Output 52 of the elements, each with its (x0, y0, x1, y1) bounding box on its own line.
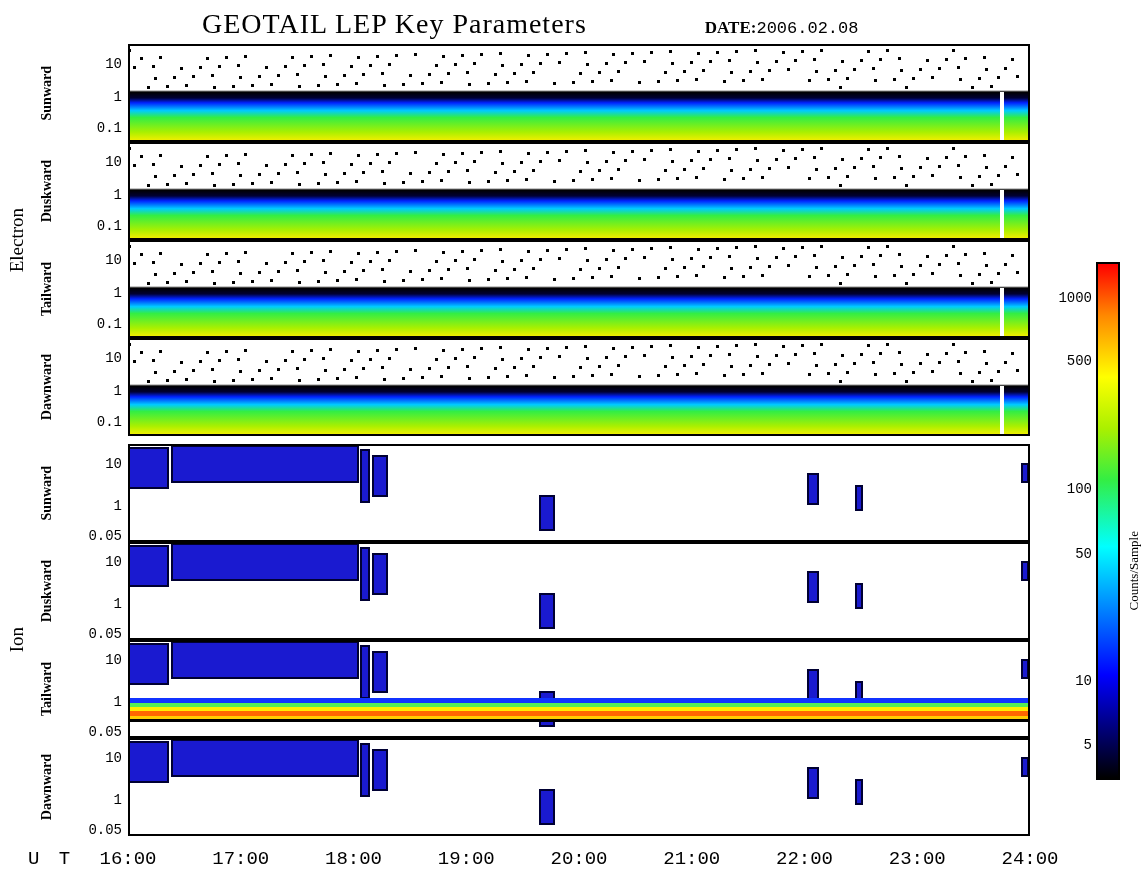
y-tick-label: 1 (113, 285, 122, 301)
panel-label: Tailward (39, 662, 55, 716)
panel-label: Sunward (39, 65, 55, 121)
y-tick-label: 0.1 (96, 218, 122, 234)
x-tick-label: 19:00 (437, 848, 495, 870)
y-tick-label: 1 (113, 596, 122, 612)
colorbar-tick-label: 10 (1075, 673, 1092, 689)
y-tick-label: 10 (105, 456, 122, 472)
group-label: Ion (6, 627, 28, 653)
chart-title: GEOTAIL LEP Key Parameters (202, 8, 587, 40)
panel-label: Sunward (39, 465, 55, 521)
y-tick-label: 10 (105, 350, 122, 366)
colorbar-tick-label: 1000 (1058, 290, 1092, 306)
y-tick-label: 1 (113, 792, 122, 808)
y-tick-label: 10 (105, 154, 122, 170)
y-tick-label: 1 (113, 694, 122, 710)
y-tick-label: 1 (113, 89, 122, 105)
panel-label: Dawnward (39, 753, 55, 821)
date-text: DATE:2006.02.08 (704, 18, 859, 38)
x-tick-label: 24:00 (1001, 848, 1059, 870)
y-tick-label: 10 (105, 56, 122, 72)
colorbar-title: Counts/Sample (1126, 531, 1142, 611)
y-tick-label: 0.05 (88, 724, 122, 740)
group-label: Electron (6, 207, 28, 273)
y-tick-label: 0.1 (96, 414, 122, 430)
panel-label: Tailward (39, 262, 55, 316)
x-tick-label: 18:00 (325, 848, 382, 870)
panel-label: Duskward (39, 559, 55, 623)
y-tick-label: 0.05 (88, 626, 122, 642)
y-tick-label: 1 (113, 498, 122, 514)
x-tick-label: 20:00 (550, 848, 608, 870)
y-tick-label: 1 (113, 383, 122, 399)
x-tick-label: 21:00 (663, 848, 721, 870)
y-tick-label: 10 (105, 652, 122, 668)
y-tick-label: 0.05 (88, 822, 122, 838)
x-tick-label: 22:00 (776, 848, 833, 870)
colorbar-tick-label: 50 (1075, 546, 1092, 562)
y-tick-label: 0.1 (96, 120, 122, 136)
panel-label: Dawnward (39, 353, 55, 421)
panel-label: Duskward (39, 159, 55, 223)
y-tick-label: 10 (105, 554, 122, 570)
x-tick-label: 16:00 (99, 848, 157, 870)
x-tick-label: 23:00 (888, 848, 946, 870)
y-tick-label: 10 (105, 750, 122, 766)
colorbar-tick-label: 5 (1083, 737, 1092, 753)
y-tick-label: 10 (105, 252, 122, 268)
x-tick-label: 17:00 (212, 848, 270, 870)
y-tick-label: 0.1 (96, 316, 122, 332)
y-tick-label: 1 (113, 187, 122, 203)
colorbar-tick-label: 100 (1066, 481, 1092, 497)
colorbar-tick-label: 500 (1066, 353, 1092, 369)
y-tick-label: 0.05 (88, 528, 122, 544)
